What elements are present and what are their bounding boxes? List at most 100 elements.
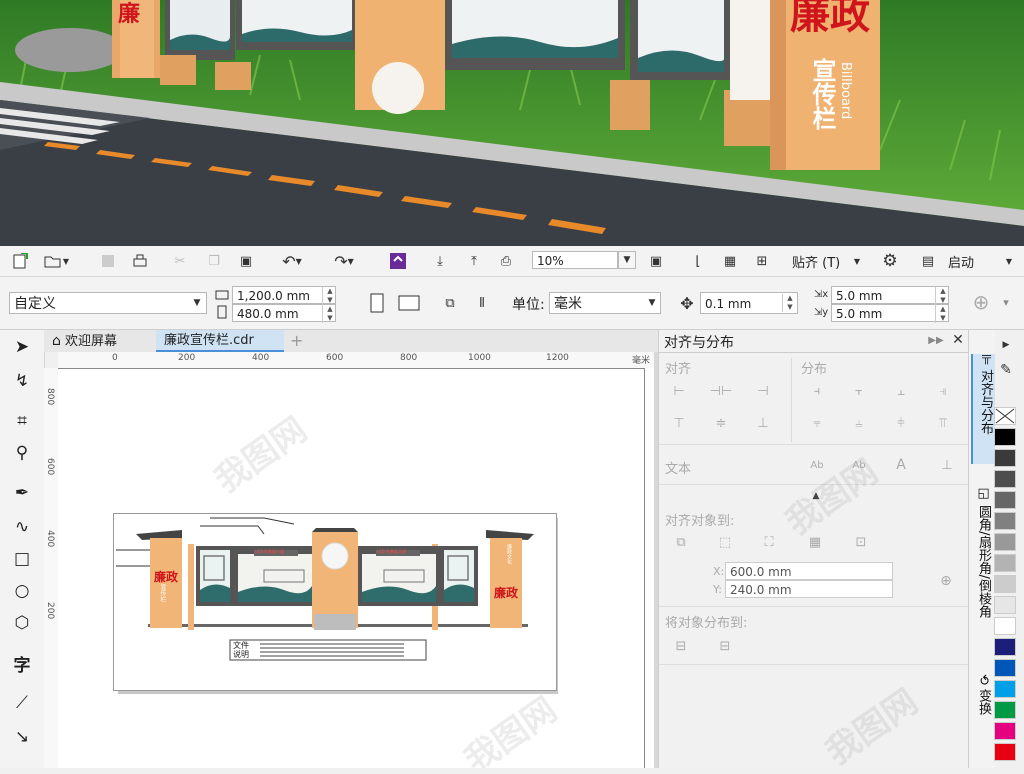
polygon-tool-icon[interactable]: ⬡ (8, 610, 36, 636)
horizontal-ruler[interactable]: 0 200 400 600 800 1000 1200 毫米 (58, 352, 658, 369)
save-icon[interactable] (96, 250, 120, 272)
print-icon[interactable] (128, 250, 152, 272)
distribute-spacing-v-icon[interactable]: ⫩ (889, 412, 913, 434)
new-tab-add-icon[interactable]: + (286, 330, 308, 352)
portrait-icon[interactable] (366, 291, 388, 315)
new-document-icon[interactable] (8, 250, 32, 272)
shape-tool-icon[interactable]: ↯ (8, 368, 36, 394)
launch-chevron-down-icon[interactable]: ▼ (1002, 250, 1016, 272)
color-swatch[interactable] (994, 743, 1016, 761)
no-color-swatch[interactable] (994, 407, 1016, 425)
align-right-icon[interactable]: ⊣ (751, 380, 775, 402)
show-rulers-icon[interactable]: ⌊ (686, 250, 710, 272)
vertical-ruler[interactable]: 800 600 400 200 (44, 368, 59, 768)
ellipse-tool-icon[interactable]: ○ (8, 578, 36, 604)
eyedropper-icon[interactable]: ✎ (998, 360, 1014, 380)
tab-align-distribute[interactable]: ⊫ 对齐与分布 (971, 354, 995, 464)
more-chevron-down-icon[interactable]: ▾ (996, 289, 1016, 315)
cut-icon[interactable]: ✂ (168, 250, 192, 272)
crop-tool-icon[interactable]: ⌗ (8, 408, 36, 434)
artistic-media-icon[interactable]: ∿ (8, 514, 36, 540)
color-swatch[interactable] (994, 701, 1016, 719)
text-bounding-box-icon[interactable]: A (889, 454, 913, 476)
grid-icon[interactable]: ▦ (803, 530, 827, 554)
show-grid-icon[interactable]: ▦ (718, 250, 742, 272)
tab-welcome-screen[interactable]: ⌂ 欢迎屏幕 (44, 330, 156, 352)
duplicate-y-input[interactable]: 5.0 mm (831, 304, 949, 322)
page-center-icon[interactable]: ⛶ (757, 530, 781, 554)
zoom-tool-icon[interactable]: ⚲ (8, 440, 36, 466)
zoom-dropdown-chevron-down-icon[interactable]: ▼ (618, 251, 636, 269)
connector-tool-icon[interactable]: ↘ (8, 724, 36, 750)
page-edge-icon[interactable]: ⬚ (713, 530, 737, 554)
search-content-icon[interactable] (386, 250, 410, 272)
open-folder-icon[interactable]: ▼ (42, 250, 70, 272)
unit-chevron-down-icon[interactable]: ▼ (645, 294, 659, 312)
copy-icon[interactable]: ❐ (202, 250, 226, 272)
distribute-top-icon[interactable]: ⫧ (805, 412, 829, 434)
collapse-docker-icon[interactable]: ▶▶ (927, 330, 945, 350)
distribute-spacing-h-icon[interactable]: ⫠ (889, 380, 913, 402)
publish-pdf-icon[interactable]: ⎙ (494, 250, 518, 272)
snap-chevron-down-icon[interactable]: ▼ (850, 250, 864, 272)
target-point-icon[interactable]: ⊕ (935, 570, 957, 592)
y-coordinate-input[interactable]: 240.0 mm (725, 580, 893, 598)
align-center-h-icon[interactable]: ⊣⊢ (709, 380, 733, 402)
launch-menu[interactable]: 启动 (948, 252, 974, 271)
palette-scroll-up-icon[interactable]: ▶ (998, 338, 1014, 352)
paste-icon[interactable]: ▣ (234, 250, 258, 272)
redo-icon[interactable]: ↷ ▼ (326, 250, 362, 272)
page-size-select[interactable]: 自定义 (9, 292, 207, 314)
distribute-center-v-icon[interactable]: ⫨ (847, 412, 871, 434)
color-swatch[interactable] (994, 533, 1016, 551)
color-swatch[interactable] (994, 596, 1016, 614)
active-objects-icon[interactable]: ⧉ (669, 530, 693, 554)
color-swatch[interactable] (994, 638, 1016, 656)
page-size-chevron-down-icon[interactable]: ▼ (190, 294, 204, 312)
close-icon[interactable]: ✕ (949, 330, 967, 350)
distribute-left-icon[interactable]: ⫞ (805, 380, 829, 402)
show-guidelines-icon[interactable]: ⊞ (750, 250, 774, 272)
color-swatch[interactable] (994, 428, 1016, 446)
color-swatch[interactable] (994, 575, 1016, 593)
color-swatch[interactable] (994, 491, 1016, 509)
freehand-tool-icon[interactable]: ✒ (8, 480, 36, 506)
distribute-right-icon[interactable]: ⫣ (931, 380, 955, 402)
duplicate-x-input[interactable]: 5.0 mm (831, 286, 949, 304)
add-icon[interactable]: ⊕ (968, 289, 994, 315)
launch-icon[interactable]: ▤ (918, 250, 938, 272)
duplicate-x-spinner[interactable]: ▲ ▼ (935, 287, 950, 305)
export-icon[interactable]: ⤒ (462, 250, 486, 272)
pick-tool-icon[interactable]: ➤ (8, 334, 36, 360)
color-swatch[interactable] (994, 470, 1016, 488)
text-last-baseline-icon[interactable]: Ab (847, 454, 871, 476)
full-screen-preview-icon[interactable]: ▣ (644, 250, 668, 272)
tab-fillet-scallop-chamfer[interactable]: ◱ 圆角/扇形角/倒棱角 (971, 486, 993, 656)
color-swatch[interactable] (994, 512, 1016, 530)
rectangle-tool-icon[interactable]: □ (8, 546, 36, 572)
align-top-icon[interactable]: ⊤ (667, 412, 691, 434)
align-center-v-icon[interactable]: ≑ (709, 412, 733, 434)
undo-icon[interactable]: ↶ ▼ (274, 250, 310, 272)
color-swatch[interactable] (994, 722, 1016, 740)
color-swatch[interactable] (994, 680, 1016, 698)
color-swatch[interactable] (994, 554, 1016, 572)
text-first-baseline-icon[interactable]: Ab (805, 454, 829, 476)
text-outline-icon[interactable]: ⊥ (935, 454, 959, 476)
page-width-spinner[interactable]: ▲ ▼ (322, 287, 337, 305)
landscape-icon[interactable] (396, 291, 422, 315)
text-tool-icon[interactable]: 字 (8, 650, 36, 676)
tab-document[interactable]: 廉政宣传栏.cdr (156, 330, 284, 352)
zoom-level-input[interactable]: 10% (532, 251, 618, 269)
design-page[interactable]: 廉政 宣传栏 廉政 廉政文化 LED 形象展示窗 LED 形象展示窗 文件 说明 (113, 513, 557, 691)
tab-transform[interactable]: ⟲ 变换 (971, 674, 993, 744)
align-left-icon[interactable]: ⊢ (667, 380, 691, 402)
current-page-icon[interactable]: ⫴ (470, 291, 494, 315)
align-bottom-icon[interactable]: ⊥ (751, 412, 775, 434)
distribute-to-selection-icon[interactable]: ⊟ (669, 634, 693, 658)
x-coordinate-input[interactable]: 600.0 mm (725, 562, 893, 580)
page-height-input[interactable]: 480.0 mm (232, 304, 336, 322)
duplicate-y-spinner[interactable]: ▲ ▼ (935, 305, 950, 323)
color-swatch[interactable] (994, 617, 1016, 635)
expand-section-chevron-up-icon[interactable]: ▲ (805, 488, 827, 504)
